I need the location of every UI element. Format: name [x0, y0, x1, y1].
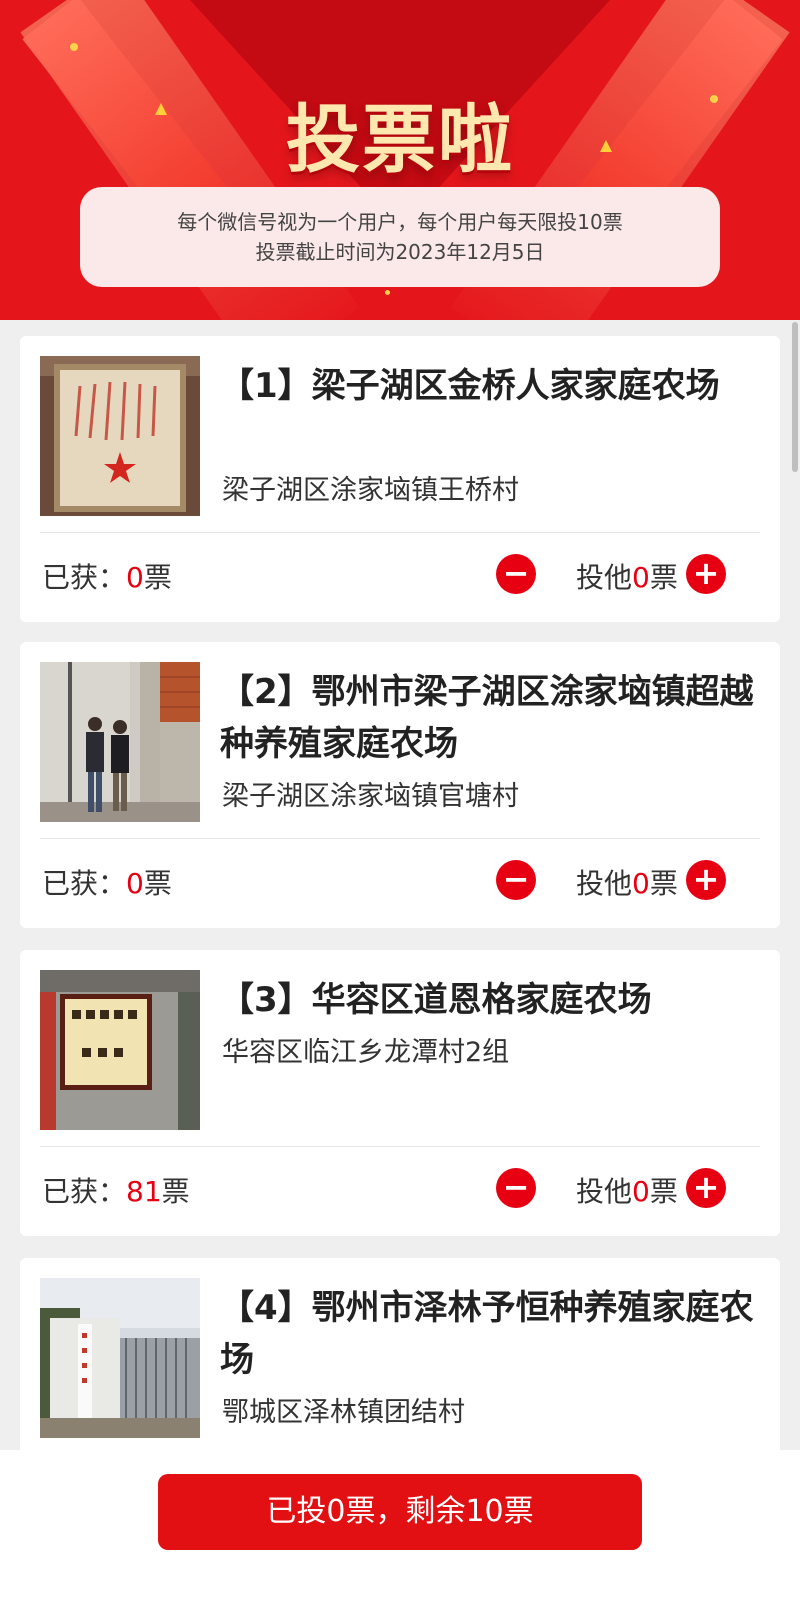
divider: [40, 838, 760, 839]
confetti-dot: [70, 43, 78, 51]
decrease-vote-button[interactable]: −: [496, 860, 536, 900]
votes-unit: 票: [649, 867, 678, 900]
increase-vote-button[interactable]: +: [686, 1168, 726, 1208]
votes-received-label: 已获：: [42, 867, 127, 900]
votes-received-count: 81: [126, 1175, 162, 1208]
increase-vote-button[interactable]: +: [686, 860, 726, 900]
my-votes-label: 投他: [576, 867, 633, 900]
my-votes-label: 投他: [576, 1175, 633, 1208]
candidate-card: 【1】梁子湖区金桥人家家庭农场 梁子湖区涂家垴镇王桥村 已获：0票 − 投他0票…: [20, 336, 780, 622]
my-votes: 投他0票: [576, 1170, 678, 1210]
decrease-vote-button[interactable]: −: [496, 1168, 536, 1208]
candidate-name: 【2】鄂州市梁子湖区涂家垴镇超越种养殖家庭农场: [220, 672, 754, 764]
votes-received: 已获：0票: [42, 556, 172, 596]
votes-unit: 票: [161, 1175, 190, 1208]
header-banner: 投票啦 每个微信号视为一个用户，每个用户每天限投10票 投票截止时间为2023年…: [0, 0, 800, 320]
votes-received-label: 已获：: [42, 1175, 127, 1208]
notice-line: 每个微信号视为一个用户，每个用户每天限投10票: [177, 210, 623, 234]
votes-received-label: 已获：: [42, 561, 127, 594]
vote-rules-notice: 每个微信号视为一个用户，每个用户每天限投10票 投票截止时间为2023年12月5…: [80, 187, 720, 287]
my-votes: 投他0票: [576, 556, 678, 596]
votes-received: 已获：81票: [42, 1170, 190, 1210]
my-votes: 投他0票: [576, 862, 678, 902]
increase-vote-button[interactable]: +: [686, 554, 726, 594]
candidate-address: 梁子湖区涂家垴镇官塘村: [222, 781, 519, 812]
candidate-photo[interactable]: [40, 1278, 200, 1438]
votes-unit: 票: [649, 1175, 678, 1208]
decrease-vote-button[interactable]: −: [496, 554, 536, 594]
my-votes-count: 0: [632, 561, 650, 594]
votes-received-count: 0: [126, 867, 144, 900]
candidate-name: 【3】华容区道恩格家庭农场: [220, 980, 652, 1020]
candidate-address: 梁子湖区涂家垴镇王桥村: [222, 475, 519, 506]
divider: [40, 1146, 760, 1147]
candidate-card: 【2】鄂州市梁子湖区涂家垴镇超越种养殖家庭农场 梁子湖区涂家垴镇官塘村 已获：0…: [20, 642, 780, 928]
candidate-address: 华容区临江乡龙潭村2组: [222, 1037, 510, 1068]
notice-line: 投票截止时间为2023年12月5日: [255, 240, 545, 264]
candidate-card: 【3】华容区道恩格家庭农场 华容区临江乡龙潭村2组 已获：81票 − 投他0票 …: [20, 950, 780, 1236]
my-votes-label: 投他: [576, 561, 633, 594]
votes-received-count: 0: [126, 561, 144, 594]
divider: [40, 532, 760, 533]
candidate-photo[interactable]: [40, 970, 200, 1130]
vote-status-button[interactable]: 已投0票，剩余10票: [158, 1474, 642, 1550]
votes-received: 已获：0票: [42, 862, 172, 902]
votes-unit: 票: [143, 561, 172, 594]
bottom-bar: 已投0票，剩余10票: [0, 1450, 800, 1601]
my-votes-count: 0: [632, 867, 650, 900]
candidate-name: 【4】鄂州市泽林予恒种养殖家庭农场: [220, 1288, 754, 1380]
my-votes-count: 0: [632, 1175, 650, 1208]
votes-unit: 票: [143, 867, 172, 900]
confetti-dot: [385, 290, 390, 295]
votes-unit: 票: [649, 561, 678, 594]
page-title: 投票啦: [286, 97, 514, 183]
scrollbar[interactable]: [792, 322, 798, 472]
candidate-name: 【1】梁子湖区金桥人家家庭农场: [220, 366, 720, 406]
candidate-photo[interactable]: [40, 662, 200, 822]
candidate-address: 鄂城区泽林镇团结村: [222, 1397, 465, 1428]
candidate-photo[interactable]: [40, 356, 200, 516]
